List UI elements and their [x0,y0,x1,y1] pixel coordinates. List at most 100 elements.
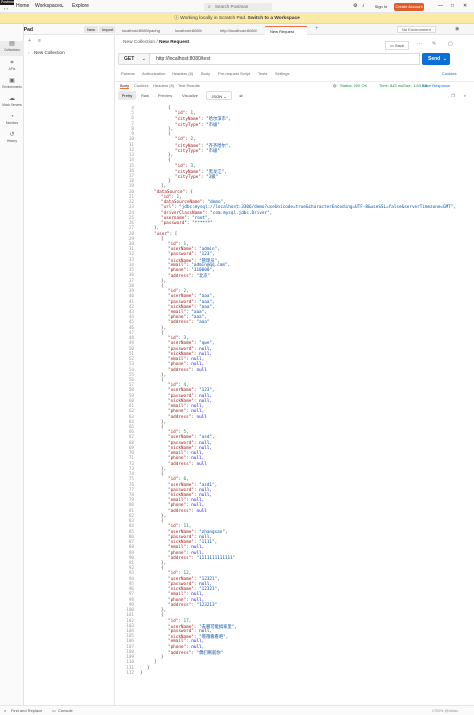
send-button[interactable]: Send ⌄ [422,53,450,65]
code-line: "address": "偶们啊就你" [168,650,224,656]
tab-body[interactable]: Body [201,71,210,76]
tab-tests[interactable]: Tests [258,71,267,76]
code-line: } [140,670,143,676]
code-line: { [161,472,164,478]
tab-request[interactable]: localhost:8080/pachg [117,26,167,35]
notification-bell-icon[interactable]: ♪ [362,3,365,9]
find-replace-button[interactable]: Find and Replace [11,708,42,713]
watermark: CSDN @dalao [432,708,459,713]
tree-item-new-collection[interactable]: New Collection [34,50,65,55]
sidebar-item-apis[interactable]: ⌗ APIs [0,60,24,74]
tab-request[interactable]: http://localhost:8080/ [215,26,265,35]
sidebar-item-label: Environments [2,85,22,89]
tab-response-cookies[interactable]: Cookies [134,83,148,88]
sidebar-item-label: Collections [4,48,20,52]
minimize-icon[interactable]: — [438,3,443,9]
visualize-button[interactable]: Visualize [178,91,202,100]
preview-button[interactable]: Preview [154,91,176,100]
switch-workspace-link[interactable]: Switch to a Workspace [248,16,300,21]
more-icon[interactable]: ··· [417,41,422,47]
tab-request[interactable]: localhost:8080/ [170,26,212,35]
cookies-link[interactable]: Cookies [442,71,456,76]
code-line: "address": "aaa" [168,320,210,326]
banner-text: Working locally in Scratch Pad. [180,16,247,21]
code-line: "address": null [168,508,207,514]
url-input[interactable]: http://localhost:8080/test [150,53,420,65]
add-icon[interactable]: + [28,38,31,44]
code-line: "address": "123213" [168,602,218,608]
code-line: { [161,566,164,572]
save-response-button[interactable]: Save Response [422,83,450,88]
sidebar-item-mock-servers[interactable]: ☁ Mock Servers [0,96,24,110]
tab-response-headers[interactable]: Headers (5) [153,83,174,88]
mock-servers-icon: ☁ [9,96,15,102]
sidebar-item-environments[interactable]: ▣ Environments [0,78,24,92]
history-icon: ↺ [9,132,15,138]
code-line: { [161,519,164,525]
search-icon: ⌕ [208,4,211,10]
tab-response-body[interactable]: Body [120,83,130,89]
wrap-icon[interactable]: ⇌ [236,91,246,100]
environment-select[interactable]: No Environment [397,26,436,33]
sidebar-item-history[interactable]: ↺ History [0,132,24,146]
status-bar: ⌕ Find and Replace ▭ Console CSDN @dalao [0,705,474,715]
close-icon[interactable]: ✕ [463,3,467,9]
collections-icon: ▤ [9,41,15,47]
console-icon: ▭ [52,708,56,713]
search-placeholder: Search Postman [215,4,249,9]
console-button[interactable]: Console [58,708,73,713]
sidebar-item-label: Mock Servers [2,103,22,107]
add-tab-icon[interactable]: + [315,26,319,32]
scratch-pad-banner: ⓘ Working locally in Scratch Pad. Switch… [0,13,474,24]
edit-icon[interactable]: ✎ [432,41,436,47]
new-button[interactable]: New [84,26,99,33]
tab-authorization[interactable]: Authorization [142,71,165,76]
copy-icon[interactable]: ❐ [448,91,458,100]
tab-settings[interactable]: Settings [275,71,289,76]
format-select[interactable]: JSON ⌄ [206,91,232,100]
response-tabs: Body Cookies Headers (5) Test Results ◍ … [115,81,474,89]
save-button[interactable]: ▭ Save [385,41,410,50]
gear-icon[interactable]: ⚙ [353,3,357,9]
globe-icon: ◍ [333,83,337,88]
breadcrumb-collection[interactable]: New Collection [123,40,155,45]
monitors-icon: ◔ [10,114,14,120]
sidebar-item-monitors[interactable]: ◔ Monitors [0,114,24,128]
eye-icon[interactable]: ◉ [455,26,459,32]
environments-icon: ▣ [9,78,15,84]
import-button[interactable]: Import [99,26,117,33]
back-arrow-icon[interactable]: ‹ › [4,6,8,11]
sidebar-item-collections[interactable]: ▤ Collections [0,41,24,56]
sidebar-item-label: APIs [8,67,16,71]
raw-button[interactable]: Raw [138,91,152,100]
code-line: "cityType": "3级" [175,174,219,180]
search-response-icon[interactable]: ⌕ [460,91,470,100]
code-line: { [168,158,171,164]
maximize-icon[interactable]: □ [451,3,454,9]
title-bar: Postman ‹ › Home Workspaces ⌄ Explore ⌕ … [0,0,474,13]
line-number: 112 [126,670,134,676]
tab-headers[interactable]: Headers (6) [172,71,193,76]
chevron-right-icon[interactable]: › [28,50,29,55]
filter-icon[interactable]: ≡ [38,38,41,44]
search-input[interactable]: ⌕ Search Postman [204,3,272,11]
nav-explore[interactable]: Explore [72,3,89,9]
tab-test-results[interactable]: Test Results [178,83,200,88]
code-line: } [168,179,171,185]
request-tabs-bar: localhost:8080/pachg localhost:8080/ htt… [115,24,474,35]
tab-new-request[interactable]: New Request [265,26,307,35]
sidebar-item-label: History [7,139,17,143]
comment-icon[interactable]: ▢ [448,41,453,47]
tab-params[interactable]: Params [121,71,135,76]
nav-workspaces[interactable]: Workspaces [35,3,62,9]
tab-pre-request-script[interactable]: Pre-request Script [218,71,250,76]
code-line: "address": "1111111111111" [168,555,236,561]
code-line: { [161,377,164,383]
method-select[interactable]: GET ⌄ [118,53,150,65]
create-account-button[interactable]: Create Account [394,3,424,11]
pretty-button[interactable]: Pretty [118,91,136,100]
code-line: "address": "北京" [168,274,211,280]
response-time: Time: 843 ms [379,83,404,88]
nav-home[interactable]: Home [16,3,29,9]
sign-in-button[interactable]: Sign In [371,3,391,11]
